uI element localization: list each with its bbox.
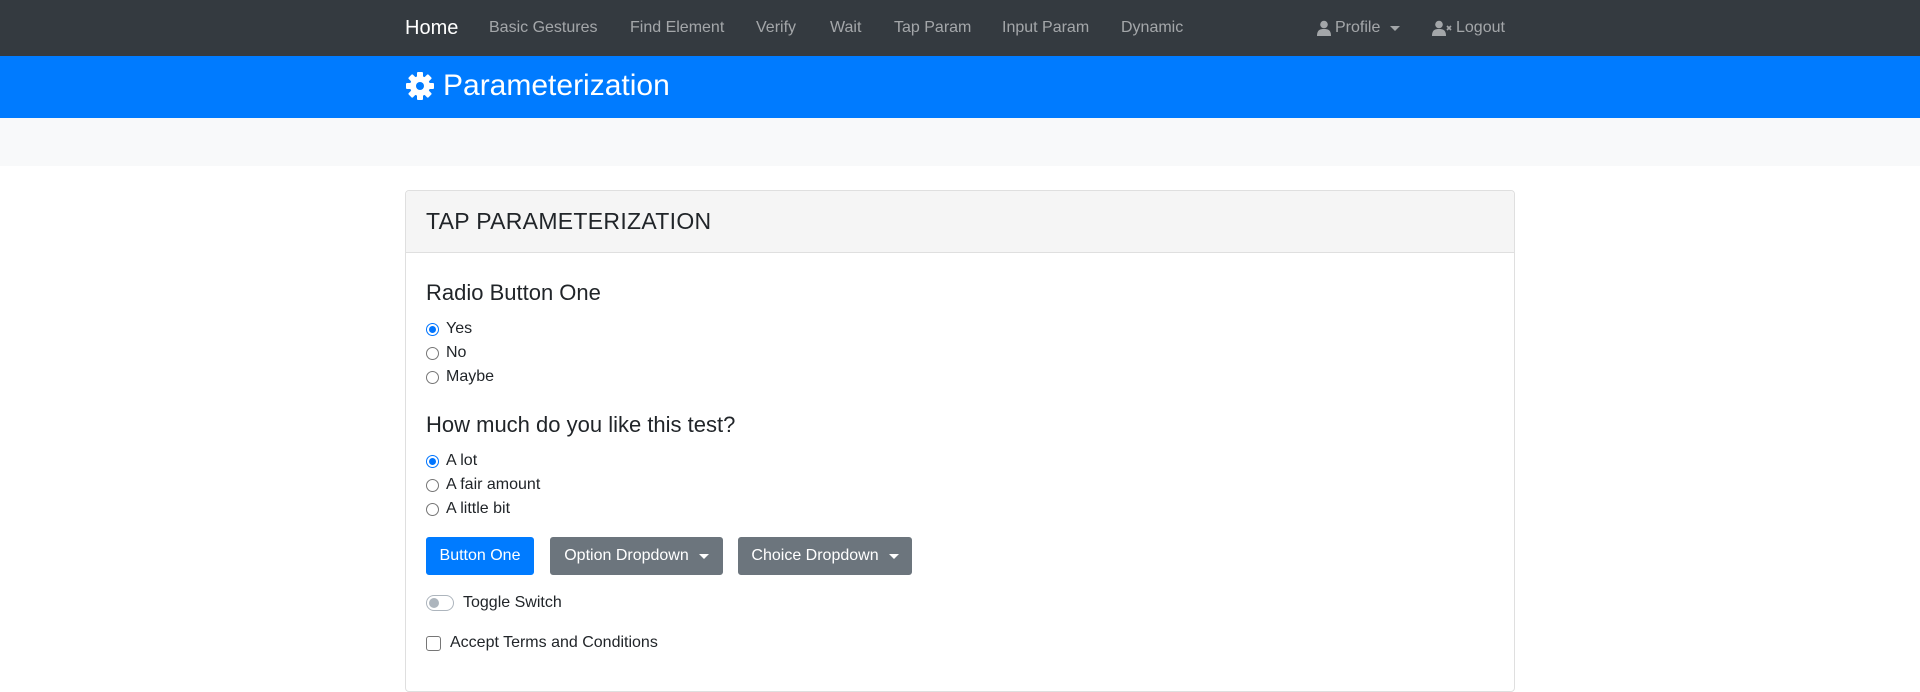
toggle-switch-label: Toggle Switch <box>463 594 562 611</box>
navbar-container: Home Basic Gestures Find Element Verify … <box>405 0 1515 56</box>
radio-yes[interactable]: Yes <box>426 319 472 339</box>
choice-dropdown-label: Choice Dropdown <box>751 547 879 564</box>
card-title: TAP PARAMETERIZATION <box>426 208 712 234</box>
nav-wait-link[interactable]: Wait <box>830 18 861 38</box>
option-dropdown-button[interactable]: Option Dropdown <box>550 537 723 575</box>
radio-little-bit-input[interactable] <box>426 502 439 516</box>
toggle-switch-control[interactable] <box>426 595 454 611</box>
nav-home-link[interactable]: Home <box>405 16 458 40</box>
caret-down-icon <box>698 553 709 559</box>
radio-little-bit[interactable]: A little bit <box>426 499 510 519</box>
radio-a-lot-input[interactable] <box>426 454 439 468</box>
caret-down-icon <box>1390 25 1401 31</box>
radio-maybe-input[interactable] <box>426 370 439 384</box>
nav-input-param-link[interactable]: Input Param <box>1002 18 1089 38</box>
user-times-icon <box>1432 20 1452 36</box>
nav-basic-gestures-link[interactable]: Basic Gestures <box>489 18 597 38</box>
radio-fair-amount-input[interactable] <box>426 478 439 492</box>
accept-terms-label: Accept Terms and Conditions <box>450 634 658 651</box>
radio-no[interactable]: No <box>426 343 466 363</box>
accept-terms-checkbox-input[interactable] <box>426 635 441 651</box>
radio-fair-amount-label: A fair amount <box>446 476 541 493</box>
radio-a-lot[interactable]: A lot <box>426 451 477 471</box>
choice-dropdown-button[interactable]: Choice Dropdown <box>738 537 912 575</box>
user-icon <box>1317 20 1331 36</box>
card-header: TAP PARAMETERIZATION <box>406 191 1514 253</box>
page-title-text: Parameterization <box>443 69 670 102</box>
page-title: Parameterization <box>405 66 670 106</box>
gear-icon <box>406 72 434 100</box>
radio-fair-amount[interactable]: A fair amount <box>426 475 540 495</box>
tap-parameterization-card: TAP PARAMETERIZATION Radio Button One Ye… <box>405 190 1515 692</box>
radio-no-label: No <box>446 344 467 361</box>
sub-header-bar <box>0 118 1920 166</box>
accept-terms-checkbox[interactable]: Accept Terms and Conditions <box>426 633 658 653</box>
radio-yes-input[interactable] <box>426 322 439 336</box>
radio-group-two-title: How much do you like this test? <box>426 412 736 437</box>
radio-maybe-label: Maybe <box>446 368 495 385</box>
radio-little-bit-label: A little bit <box>446 500 511 517</box>
profile-dropdown[interactable]: Profile <box>1317 18 1401 38</box>
radio-a-lot-label: A lot <box>446 452 478 469</box>
nav-tap-param-link[interactable]: Tap Param <box>894 18 971 38</box>
logout-link[interactable]: Logout <box>1432 18 1505 38</box>
radio-maybe[interactable]: Maybe <box>426 367 494 387</box>
option-dropdown-label: Option Dropdown <box>564 547 689 564</box>
nav-verify-link[interactable]: Verify <box>756 18 796 38</box>
radio-group-one-title: Radio Button One <box>426 280 601 305</box>
toggle-switch[interactable]: Toggle Switch <box>426 593 562 613</box>
logout-label: Logout <box>1456 19 1505 36</box>
caret-down-icon <box>888 553 899 559</box>
page-header-banner: Parameterization <box>0 56 1920 118</box>
radio-no-input[interactable] <box>426 346 439 360</box>
profile-label: Profile <box>1335 19 1381 36</box>
radio-yes-label: Yes <box>446 320 473 337</box>
button-one[interactable]: Button One <box>426 537 534 575</box>
top-navbar: Home Basic Gestures Find Element Verify … <box>0 0 1920 56</box>
nav-find-element-link[interactable]: Find Element <box>630 18 724 38</box>
button-one-label: Button One <box>439 547 521 564</box>
nav-dynamic-link[interactable]: Dynamic <box>1121 18 1183 38</box>
